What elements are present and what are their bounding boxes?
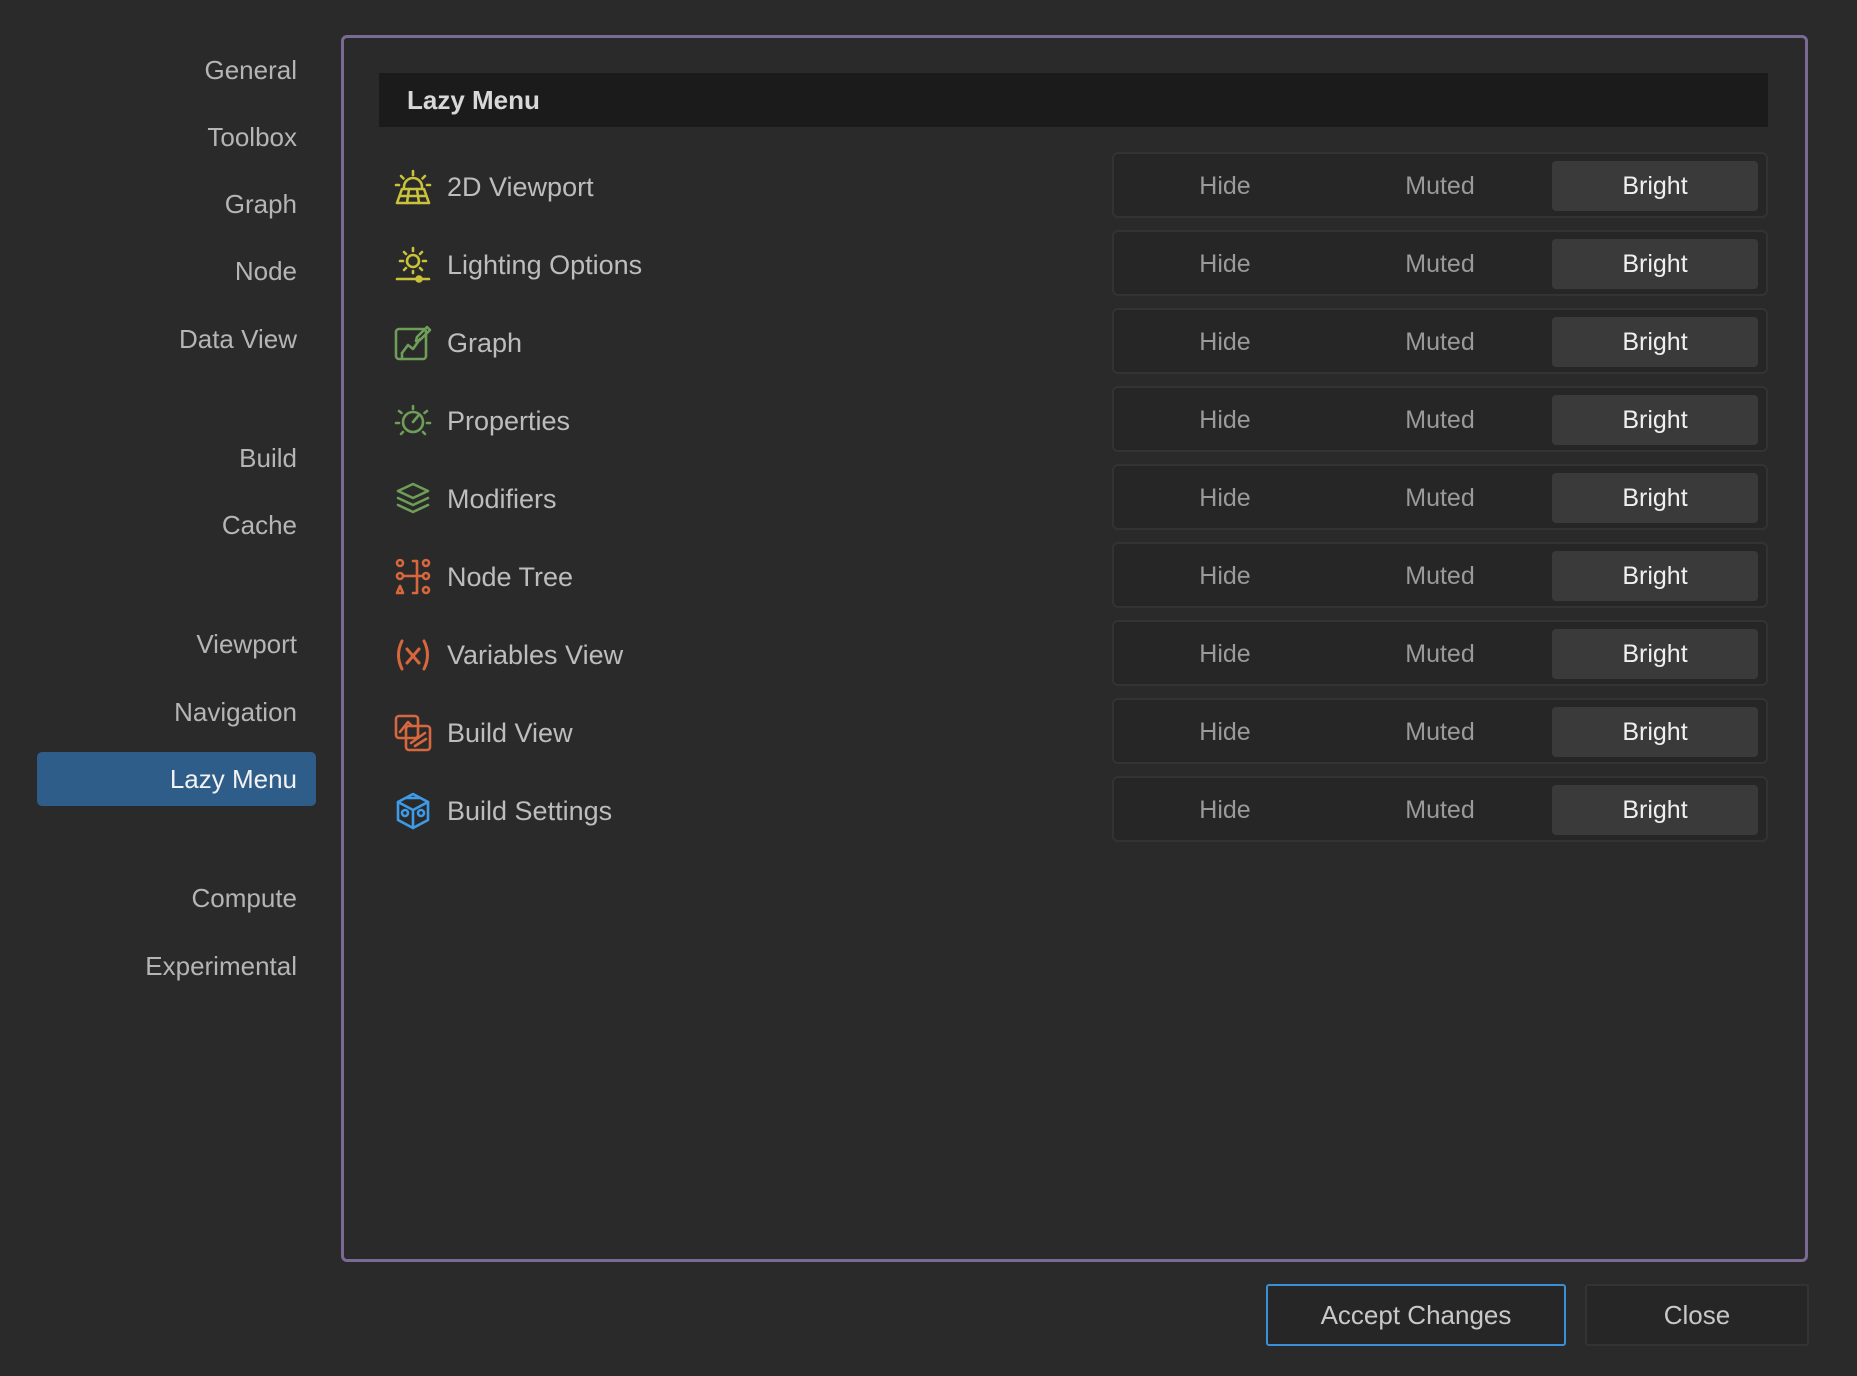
visibility-selector: Hide Muted Bright [1112,464,1768,530]
lazy-menu-row-lighting-options: Lighting Options Hide Muted Bright [379,230,1768,300]
accept-changes-button[interactable]: Accept Changes [1266,1284,1566,1346]
sidebar-item-node[interactable]: Node [37,244,316,298]
hide-option[interactable]: Hide [1122,551,1328,601]
bright-option[interactable]: Bright [1552,473,1758,523]
lazy-menu-row-node-tree: Node Tree Hide Muted Bright [379,542,1768,612]
sidebar-item-experimental[interactable]: Experimental [37,939,316,993]
lazy-menu-row-graph: Graph Hide Muted Bright [379,308,1768,378]
bright-option[interactable]: Bright [1552,551,1758,601]
lazy-menu-row-build-view: Build View Hide Muted Bright [379,698,1768,768]
lazy-menu-row-build-settings: Build Settings Hide Muted Bright [379,776,1768,846]
sidebar-item-toolbox[interactable]: Toolbox [37,110,316,164]
hide-option[interactable]: Hide [1122,317,1328,367]
lighting-sun-icon [393,245,433,285]
lazy-menu-row-properties: Properties Hide Muted Bright [379,386,1768,456]
row-label: 2D Viewport [447,172,594,202]
sidebar-item-compute[interactable]: Compute [37,871,316,925]
hide-option[interactable]: Hide [1122,785,1328,835]
row-label: Node Tree [447,562,574,592]
hide-option[interactable]: Hide [1122,629,1328,679]
muted-option[interactable]: Muted [1337,785,1543,835]
visibility-selector: Hide Muted Bright [1112,620,1768,686]
lazy-menu-row-variables-view: Variables View Hide Muted Bright [379,620,1768,690]
muted-option[interactable]: Muted [1337,317,1543,367]
lazy-menu-row-modifiers: Modifiers Hide Muted Bright [379,464,1768,534]
settings-panel: Lazy Menu 2D Viewport Hide Muted Bright … [341,35,1808,1262]
muted-option[interactable]: Muted [1337,629,1543,679]
hide-option[interactable]: Hide [1122,161,1328,211]
visibility-selector: Hide Muted Bright [1112,308,1768,374]
visibility-selector: Hide Muted Bright [1112,230,1768,296]
lazy-menu-row-2d-viewport: 2D Viewport Hide Muted Bright [379,152,1768,222]
hide-option[interactable]: Hide [1122,707,1328,757]
visibility-selector: Hide Muted Bright [1112,386,1768,452]
section-title: Lazy Menu [379,73,1768,127]
row-label: Graph [447,328,523,358]
build-view-icon [393,713,433,753]
sidebar: General Toolbox Graph Node Data View Bui… [0,0,330,1376]
sidebar-item-navigation[interactable]: Navigation [37,685,316,739]
bright-option[interactable]: Bright [1552,629,1758,679]
row-label: Modifiers [447,484,557,514]
visibility-selector: Hide Muted Bright [1112,698,1768,764]
sidebar-item-general[interactable]: General [37,43,316,97]
muted-option[interactable]: Muted [1337,161,1543,211]
hide-option[interactable]: Hide [1122,239,1328,289]
sidebar-item-data-view[interactable]: Data View [37,312,316,366]
hide-option[interactable]: Hide [1122,395,1328,445]
row-label: Build Settings [447,796,613,826]
cube-settings-icon [393,791,433,831]
node-tree-icon [393,557,433,597]
bright-option[interactable]: Bright [1552,395,1758,445]
muted-option[interactable]: Muted [1337,551,1543,601]
muted-option[interactable]: Muted [1337,707,1543,757]
visibility-selector: Hide Muted Bright [1112,152,1768,218]
sidebar-item-lazy-menu[interactable]: Lazy Menu [37,752,316,806]
visibility-selector: Hide Muted Bright [1112,776,1768,842]
bright-option[interactable]: Bright [1552,317,1758,367]
sidebar-item-graph[interactable]: Graph [37,177,316,231]
hide-option[interactable]: Hide [1122,473,1328,523]
sidebar-item-cache[interactable]: Cache [37,498,316,552]
row-label: Lighting Options [447,250,643,280]
bright-option[interactable]: Bright [1552,161,1758,211]
row-label: Properties [447,406,571,436]
variable-x-icon [393,635,433,675]
row-label: Variables View [447,640,624,670]
layers-stack-icon [393,479,433,519]
sidebar-item-build[interactable]: Build [37,431,316,485]
bright-option[interactable]: Bright [1552,707,1758,757]
close-button[interactable]: Close [1585,1284,1809,1346]
preferences-window: General Toolbox Graph Node Data View Bui… [0,0,1857,1376]
bright-option[interactable]: Bright [1552,239,1758,289]
graph-edit-icon [393,323,433,363]
viewport-sun-grid-icon [393,167,433,207]
sidebar-item-viewport[interactable]: Viewport [37,617,316,671]
muted-option[interactable]: Muted [1337,395,1543,445]
bright-option[interactable]: Bright [1552,785,1758,835]
properties-gauge-icon [393,401,433,441]
visibility-selector: Hide Muted Bright [1112,542,1768,608]
muted-option[interactable]: Muted [1337,473,1543,523]
muted-option[interactable]: Muted [1337,239,1543,289]
row-label: Build View [447,718,573,748]
